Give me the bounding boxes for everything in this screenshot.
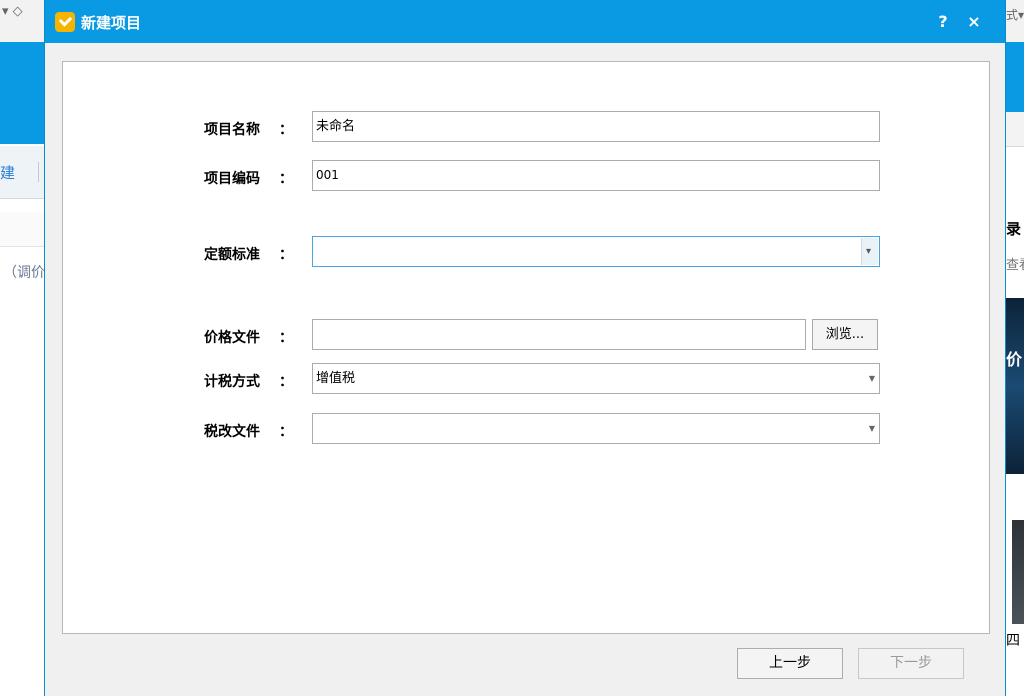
background-header-right <box>1006 42 1024 112</box>
background-app-left: ▾ ◇ 建 （调价 <box>0 0 44 696</box>
project-name-value: 未命名 <box>316 119 356 134</box>
background-search-right[interactable] <box>1006 112 1024 147</box>
tax-method-colon: ： <box>279 374 293 390</box>
background-toolbar-left: ▾ ◇ <box>0 0 44 42</box>
project-code-colon: ： <box>279 171 293 187</box>
background-app-right: 式▾ 录 查看 价 四 <box>1006 0 1024 696</box>
background-text-left: （调价 <box>3 265 44 281</box>
tax-reform-file-select[interactable]: ▼ <box>312 413 880 444</box>
background-heading-right: 录 <box>1006 220 1022 238</box>
background-subtext-right[interactable]: 查看 <box>1006 254 1024 273</box>
project-code-value: 001 <box>316 168 339 182</box>
background-tab-divider <box>38 162 39 182</box>
browse-button[interactable]: 浏览... <box>812 319 878 350</box>
background-thumbnail-image[interactable] <box>1012 520 1024 624</box>
price-file-label: 价格文件 <box>204 330 260 346</box>
help-button[interactable]: ? <box>933 10 953 34</box>
form-panel: 项目名称 ： 未命名 项目编码 ： 001 定额标准 ： 价格文件 ： 浏览..… <box>62 61 990 634</box>
tax-method-chevron-down-icon[interactable]: ▼ <box>869 364 875 393</box>
tax-method-label: 计税方式 <box>204 374 260 390</box>
tax-reform-file-chevron-down-icon[interactable]: ▼ <box>869 414 875 443</box>
app-logo-icon <box>55 12 75 32</box>
tax-reform-file-label: 税改文件 <box>204 424 260 440</box>
dialog-titlebar[interactable]: 新建项目 ? × <box>45 0 1005 43</box>
quota-standard-label: 定额标准 <box>204 247 260 263</box>
background-tab-label: 建 <box>0 164 16 182</box>
background-toolbar-right: 式▾ <box>1006 0 1024 42</box>
background-banner-text: 价 <box>1006 350 1023 369</box>
background-row-left <box>0 212 44 247</box>
background-banner-image[interactable]: 价 <box>1006 298 1024 474</box>
project-name-label: 项目名称 <box>204 122 260 138</box>
price-file-input[interactable] <box>312 319 806 350</box>
background-toolbar-glyphs: ▾ ◇ <box>2 4 23 19</box>
new-project-dialog: 新建项目 ? × 项目名称 ： 未命名 项目编码 ： 001 定额标准 ： 价格… <box>44 0 1006 696</box>
quota-standard-select[interactable] <box>312 236 880 267</box>
project-code-input[interactable]: 001 <box>312 160 880 191</box>
project-code-label: 项目编码 <box>204 171 260 187</box>
project-name-input[interactable]: 未命名 <box>312 111 880 142</box>
background-tab-left[interactable]: 建 <box>0 146 44 199</box>
background-bottom-text: 四 <box>1006 633 1020 649</box>
previous-step-button[interactable]: 上一步 <box>737 648 843 679</box>
project-name-colon: ： <box>279 122 293 138</box>
background-toolbar-right-glyph: 式▾ <box>1006 8 1024 22</box>
price-file-colon: ： <box>279 330 293 346</box>
quota-standard-colon: ： <box>279 247 293 263</box>
dialog-title: 新建项目 <box>81 14 142 32</box>
background-header-left <box>0 42 44 144</box>
tax-method-value: 增值税 <box>316 371 356 386</box>
next-step-button[interactable]: 下一步 <box>858 648 964 679</box>
quota-standard-dropdown-icon[interactable] <box>861 238 878 265</box>
close-button[interactable]: × <box>964 10 984 34</box>
tax-reform-file-colon: ： <box>279 424 293 440</box>
tax-method-select[interactable]: 增值税 ▼ <box>312 363 880 394</box>
